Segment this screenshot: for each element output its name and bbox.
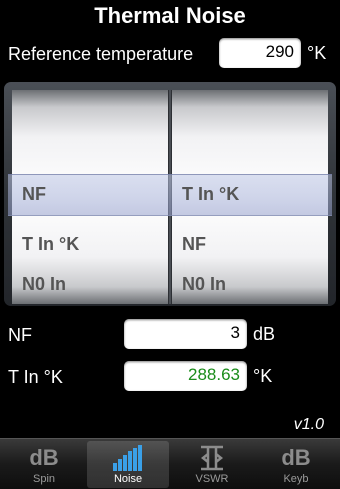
version-label: v1.0 bbox=[293, 416, 324, 433]
noise-bars-icon bbox=[113, 445, 142, 471]
vswr-icon bbox=[200, 445, 224, 471]
tab-keyb-label: Keyb bbox=[283, 473, 309, 485]
tab-noise-label: Noise bbox=[113, 473, 143, 485]
picker-right-row-n0in[interactable]: N0 In bbox=[172, 264, 328, 304]
picker-left-selected[interactable]: NF bbox=[22, 184, 46, 205]
tab-spin-label: Spin bbox=[32, 473, 56, 485]
picker-left-row-tin[interactable]: T In °K bbox=[12, 224, 168, 264]
tin-output[interactable]: 288.63 bbox=[124, 361, 247, 391]
reference-temperature-input[interactable]: 290 bbox=[219, 38, 301, 68]
picker-right-row-nf[interactable]: NF bbox=[172, 224, 328, 264]
conversion-picker[interactable]: T In °K N0 In NF N0 In NF T In °K bbox=[4, 82, 336, 306]
tab-vswr-label: VSWR bbox=[195, 473, 229, 485]
tab-keyb[interactable]: dB Keyb bbox=[255, 441, 337, 488]
reference-temperature-row: Reference temperature 290 °K bbox=[0, 38, 340, 70]
page-title: Thermal Noise bbox=[94, 3, 246, 28]
tab-spin[interactable]: dB Spin bbox=[3, 441, 85, 488]
picker-left-row-n0in[interactable]: N0 In bbox=[12, 264, 168, 304]
nf-label: NF bbox=[8, 325, 32, 345]
tab-bar: dB Spin Noise VSWR dB Keyb bbox=[0, 438, 340, 489]
nf-unit: dB bbox=[253, 324, 276, 344]
db-icon: dB bbox=[281, 445, 311, 470]
picker-right-selected[interactable]: T In °K bbox=[182, 184, 239, 205]
tin-unit: °K bbox=[253, 366, 273, 386]
reference-temperature-label: Reference temperature bbox=[8, 44, 194, 64]
nf-input[interactable]: 3 bbox=[124, 319, 247, 349]
reference-temperature-unit: °K bbox=[307, 43, 327, 63]
db-icon: dB bbox=[29, 445, 59, 470]
picker-selection-indicator bbox=[8, 174, 332, 216]
tab-vswr[interactable]: VSWR bbox=[171, 441, 253, 488]
tab-noise[interactable]: Noise bbox=[87, 441, 169, 488]
tin-label: T In °K bbox=[8, 367, 63, 387]
